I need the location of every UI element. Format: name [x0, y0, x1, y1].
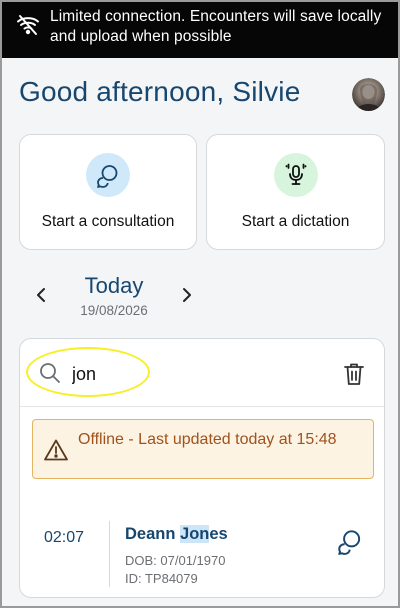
- app-frame: Limited connection. Encounters will save…: [0, 0, 400, 608]
- patient-name-suffix: es: [209, 525, 228, 543]
- chat-bubbles-icon: [97, 165, 118, 188]
- patient-name-match: Jon: [180, 525, 210, 543]
- patient-name: Deann Jones: [125, 525, 228, 544]
- date-title: Today: [84, 273, 144, 298]
- wifi-off-icon: [17, 15, 39, 35]
- warning-icon: [44, 439, 68, 461]
- patient-id: ID: TP84079: [125, 571, 198, 586]
- greeting-title: Good afternoon, Silvie: [19, 76, 301, 107]
- offline-alert: Offline - Last updated today at 15:48: [32, 419, 374, 479]
- banner-message: Limited connection. Encounters will save…: [50, 8, 382, 45]
- consultation-icon-circle: [86, 153, 130, 197]
- connection-banner: Limited connection. Encounters will save…: [2, 2, 398, 58]
- encounter-list-card: Offline - Last updated today at 15:48 02…: [19, 338, 385, 598]
- user-avatar[interactable]: [352, 78, 385, 111]
- chevron-left-icon[interactable]: [30, 284, 52, 306]
- encounter-time: 02:07: [44, 529, 85, 546]
- patient-dob: DOB: 07/01/1970: [125, 553, 226, 568]
- encounter-row[interactable]: 02:07 Deann Jones DOB: 07/01/1970 ID: TP…: [20, 517, 384, 597]
- start-consultation-label: Start a consultation: [41, 213, 175, 230]
- date-navigator: Today 19/08/2026: [2, 270, 398, 326]
- date-value: 19/08/2026: [80, 303, 148, 318]
- search-icon: [40, 363, 60, 383]
- patient-name-prefix: Deann: [125, 525, 181, 543]
- chevron-right-icon[interactable]: [176, 284, 198, 306]
- dictation-icon-circle: [273, 153, 318, 197]
- microphone-icon: [285, 163, 306, 185]
- start-dictation-button[interactable]: Start a dictation: [206, 134, 385, 250]
- search-bar: [20, 339, 384, 407]
- start-dictation-label: Start a dictation: [241, 213, 350, 230]
- start-consultation-button[interactable]: Start a consultation: [19, 134, 197, 250]
- offline-alert-text: Offline - Last updated today at 15:48: [78, 431, 337, 448]
- encounter-divider: [109, 521, 110, 587]
- chat-bubbles-icon[interactable]: [336, 527, 364, 555]
- trash-icon[interactable]: [342, 361, 366, 387]
- search-input[interactable]: [72, 359, 292, 389]
